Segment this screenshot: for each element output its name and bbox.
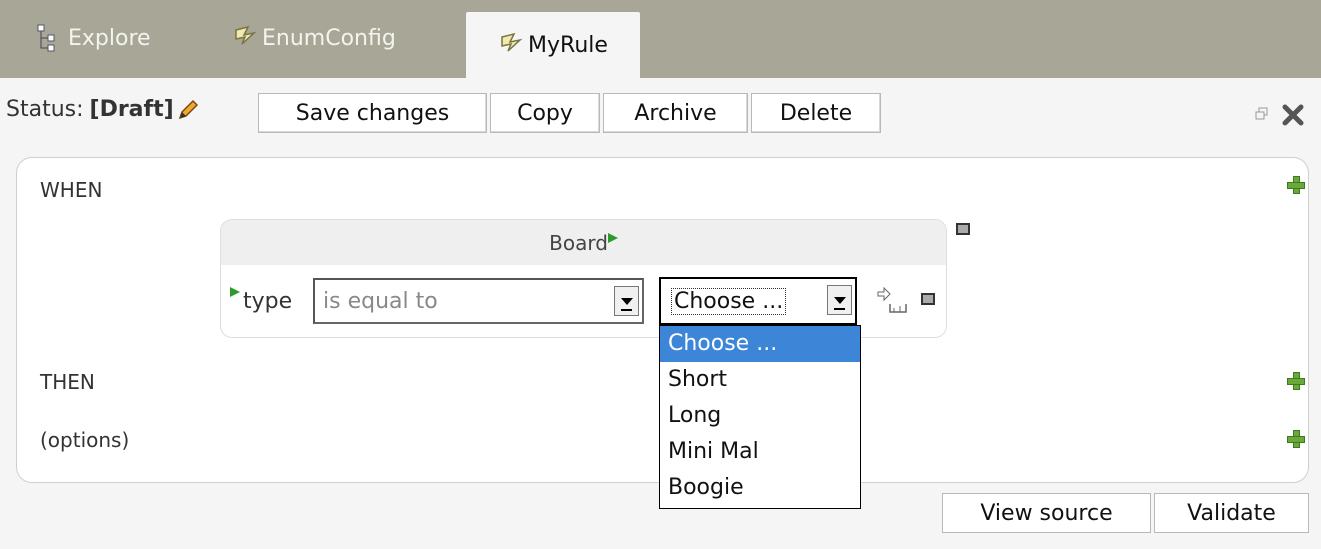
flag-icon: [230, 287, 240, 297]
rule-icon: [235, 25, 257, 45]
explore-tree-icon: [37, 24, 55, 52]
chevron-down-icon[interactable]: [827, 285, 852, 315]
dropdown-option[interactable]: Long: [660, 398, 860, 434]
tab-explore-label: Explore: [68, 25, 151, 51]
copy-button[interactable]: Copy: [490, 93, 600, 133]
chevron-down-icon[interactable]: [614, 286, 639, 316]
options-label: (options): [40, 428, 130, 452]
flag-icon: [607, 232, 618, 243]
tab-bar: Explore EnumConfig MyRule: [0, 0, 1321, 78]
save-changes-button[interactable]: Save changes: [258, 93, 487, 133]
validate-button[interactable]: Validate: [1154, 493, 1309, 533]
status-value: [Draft]: [89, 97, 174, 122]
remove-constraint-icon[interactable]: [921, 293, 935, 305]
when-label: WHEN: [40, 178, 103, 202]
add-when-icon[interactable]: [1287, 176, 1305, 194]
remove-pattern-icon[interactable]: [956, 223, 970, 235]
restore-window-icon[interactable]: [1254, 106, 1270, 122]
operator-value: is equal to: [323, 288, 438, 314]
close-icon[interactable]: [1281, 103, 1305, 127]
dropdown-option[interactable]: Boogie: [660, 470, 860, 506]
then-label: THEN: [40, 370, 95, 394]
status-prefix: Status:: [6, 97, 84, 122]
rule-icon: [501, 32, 523, 52]
archive-button[interactable]: Archive: [603, 93, 748, 133]
add-then-icon[interactable]: [1287, 372, 1305, 390]
field-name[interactable]: type: [243, 289, 292, 314]
value-dropdown: Choose ... Short Long Mini Mal Boogie: [659, 325, 861, 509]
status-label: Status: [Draft]: [6, 97, 200, 122]
add-options-icon[interactable]: [1287, 430, 1305, 448]
edit-value-icon[interactable]: [876, 284, 912, 316]
value-selected: Choose ...: [671, 287, 787, 315]
tab-explore[interactable]: Explore: [36, 16, 151, 60]
tab-myrule[interactable]: MyRule: [466, 12, 640, 78]
tab-myrule-label: MyRule: [528, 32, 608, 58]
tab-enumconfig[interactable]: EnumConfig: [232, 16, 396, 60]
dropdown-option[interactable]: Short: [660, 362, 860, 398]
delete-button[interactable]: Delete: [751, 93, 881, 133]
tab-enumconfig-label: EnumConfig: [262, 25, 396, 51]
value-select[interactable]: Choose ...: [659, 277, 857, 325]
operator-select[interactable]: is equal to: [313, 278, 644, 324]
dropdown-option[interactable]: Mini Mal: [660, 434, 860, 470]
pencil-icon[interactable]: [176, 98, 200, 122]
dropdown-option[interactable]: Choose ...: [660, 326, 860, 362]
view-source-button[interactable]: View source: [942, 493, 1151, 533]
fact-pattern-header[interactable]: Board: [221, 220, 946, 265]
fact-name[interactable]: Board: [549, 231, 608, 255]
